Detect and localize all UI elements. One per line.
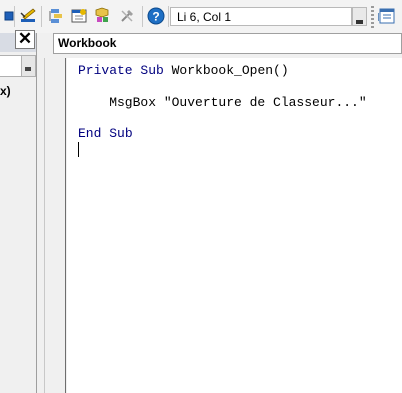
- code-keyword: Sub: [140, 63, 164, 78]
- project-explorer-icon[interactable]: [48, 7, 66, 25]
- object-selector[interactable]: Workbook: [53, 33, 402, 54]
- svg-text:?: ?: [152, 10, 159, 24]
- help-icon[interactable]: ?: [147, 7, 165, 25]
- code-keyword: Private: [78, 63, 133, 78]
- margin-indicator-bar[interactable]: [44, 58, 66, 393]
- toolbar-overflow-dropdown[interactable]: [352, 7, 367, 26]
- stop-square-icon[interactable]: [0, 7, 18, 25]
- code-line-3: MsgBox "Ouverture de Classeur...": [78, 95, 367, 110]
- code-editor[interactable]: Private Sub Workbook_Open() MsgBox "Ouve…: [67, 58, 402, 393]
- cursor-position-field: Li 6, Col 1: [170, 7, 352, 26]
- toolbar-separator: [168, 6, 169, 27]
- toolbar-separator: [14, 6, 15, 27]
- chevron-down-icon[interactable]: [21, 56, 35, 76]
- object-combo[interactable]: [0, 55, 36, 77]
- toolbar-separator: [142, 6, 143, 27]
- properties-item-label: x): [0, 84, 11, 98]
- toolbox-icon[interactable]: [118, 7, 136, 25]
- text-caret: [78, 142, 79, 157]
- toolbar-grip[interactable]: [371, 6, 374, 28]
- design-mode-icon[interactable]: [19, 7, 37, 25]
- code-keyword: Sub: [109, 126, 133, 141]
- properties-window-icon[interactable]: [70, 7, 88, 25]
- close-icon[interactable]: ✕: [15, 30, 35, 49]
- code-keyword: End: [78, 126, 102, 141]
- object-browser-icon[interactable]: [93, 7, 111, 25]
- toolbar-options-icon[interactable]: [378, 7, 396, 25]
- vbe-toolbar: ? Li 6, Col 1: [0, 0, 402, 34]
- toolbar-separator: [41, 6, 42, 27]
- code-line-5: End Sub: [78, 126, 133, 141]
- code-text: Workbook_Open(): [163, 63, 289, 78]
- code-line-1: Private Sub Workbook_Open(): [78, 63, 289, 78]
